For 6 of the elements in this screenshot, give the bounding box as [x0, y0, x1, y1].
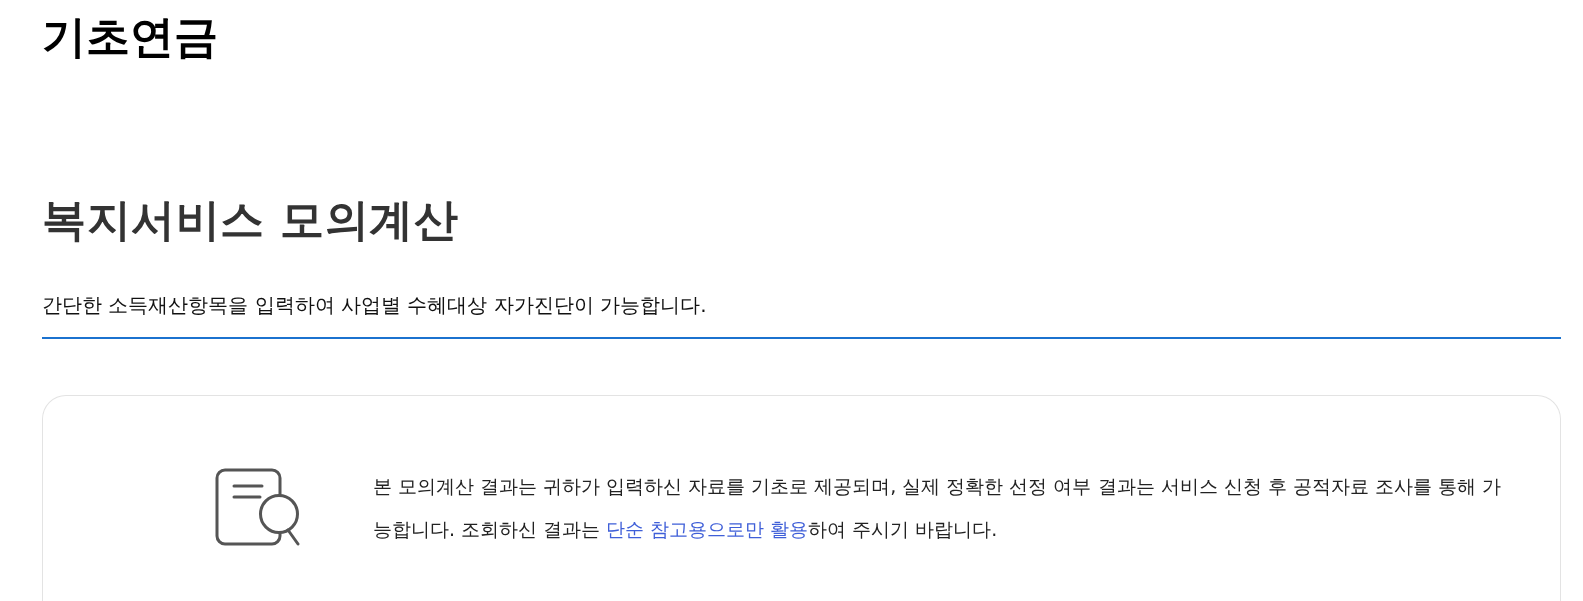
section-description: 간단한 소득재산항목을 입력하여 사업별 수혜대상 자가진단이 가능합니다.: [42, 292, 707, 319]
document-search-icon: [215, 468, 301, 546]
notice-link[interactable]: 단순 참고용으로만 활용: [606, 518, 809, 540]
page-title: 기초연금: [42, 10, 218, 64]
notice-text: 본 모의계산 결과는 귀하가 입력하신 자료를 기초로 제공되며, 실제 정확한 선정 여부 결과는 서비스 신청 후 공적자료 조사를 통해 가능합니다. 조회하신 결과는 단순 참고용으로만 활용하여 주시기 바랍니다.: [373, 474, 1502, 542]
section-title: 복지서비스 모의계산: [42, 193, 459, 247]
